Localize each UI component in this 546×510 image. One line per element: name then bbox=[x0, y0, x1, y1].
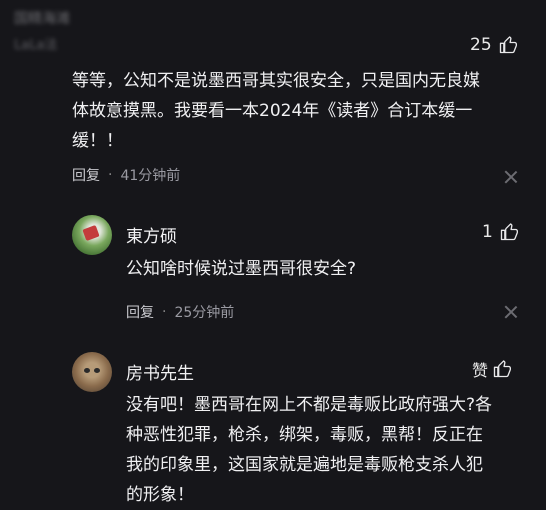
username[interactable]: 東方硕 bbox=[126, 222, 177, 247]
thumbs-up-icon bbox=[499, 36, 517, 54]
reply-like-button[interactable]: 赞 bbox=[472, 357, 512, 381]
comment-time: 41分钟前 bbox=[120, 168, 181, 184]
reply-line: 没有吧！墨西哥在网上不都是毒贩比政府强大?各 bbox=[126, 395, 493, 415]
comment-meta: 回复 · 41分钟前 bbox=[72, 165, 180, 185]
close-icon[interactable] bbox=[504, 170, 518, 184]
thumbs-up-icon bbox=[500, 223, 518, 241]
thumbs-up-icon bbox=[493, 360, 512, 378]
blurred-header: 国精海滩 LaLa法 bbox=[14, 6, 134, 54]
close-icon[interactable] bbox=[504, 305, 518, 319]
avatar-image[interactable] bbox=[72, 215, 112, 255]
reply-text: 没有吧！墨西哥在网上不都是毒贩比政府强大?各 种恶性犯罪，枪杀，绑架，毒贩，黑帮… bbox=[126, 390, 536, 510]
blurred-title: 国精海滩 bbox=[14, 11, 70, 27]
comment-like-button[interactable]: 25 bbox=[470, 35, 518, 55]
reply-button[interactable]: 回复 bbox=[126, 302, 154, 322]
reply-line: 的形象！ bbox=[126, 485, 194, 505]
comment-line: 体故意摸黑。我要看一本2024年《读者》合订本缓一 bbox=[72, 101, 473, 121]
username[interactable]: 房书先生 bbox=[126, 359, 194, 384]
meta-dot: · bbox=[162, 304, 167, 320]
reply-text: 公知啥时候说过墨西哥很安全? bbox=[126, 259, 357, 279]
comment-text: 等等，公知不是说墨西哥其实很安全，只是国内无良媒 体故意摸黑。我要看一本2024… bbox=[72, 66, 532, 156]
reply-time: 25分钟前 bbox=[174, 305, 235, 321]
comment-line: 等等，公知不是说墨西哥其实很安全，只是国内无良媒 bbox=[72, 71, 480, 91]
reply-button[interactable]: 回复 bbox=[72, 165, 100, 185]
reply-like-button[interactable]: 1 bbox=[482, 222, 519, 242]
comment-line: 缓！！ bbox=[72, 131, 123, 151]
reply-line: 种恶性犯罪，枪杀，绑架，毒贩，黑帮！反正在 bbox=[126, 425, 483, 445]
reply-meta: 回复 · 25分钟前 bbox=[126, 302, 234, 322]
like-count: 1 bbox=[482, 222, 493, 242]
like-count: 25 bbox=[470, 35, 492, 55]
cat-avatar-image[interactable] bbox=[72, 352, 112, 392]
like-label: 赞 bbox=[472, 361, 489, 380]
meta-dot: · bbox=[108, 167, 113, 183]
reply-line: 我的印象里，这国家就是遍地是毒贩枪支杀人犯 bbox=[126, 455, 483, 475]
blurred-subtitle: LaLa法 bbox=[14, 38, 58, 53]
